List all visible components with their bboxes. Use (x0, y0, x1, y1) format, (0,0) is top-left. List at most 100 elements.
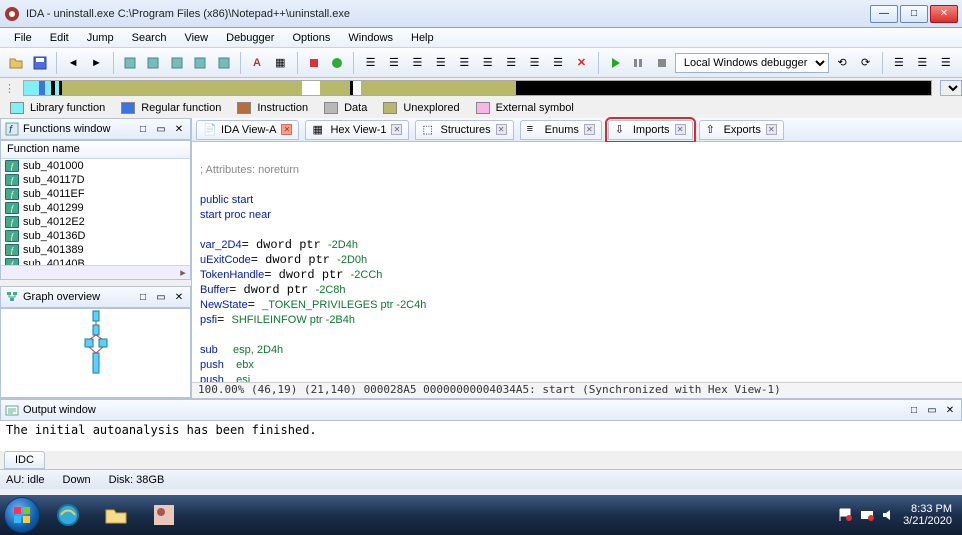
tool-icon[interactable]: ☰ (548, 52, 568, 74)
panel-dock-icon[interactable]: ▭ (925, 403, 939, 417)
tab-structures[interactable]: ⬚Structures✕ (415, 120, 513, 140)
back-icon[interactable]: ◄ (63, 52, 83, 74)
tray-sound-icon[interactable] (881, 507, 897, 523)
menu-search[interactable]: Search (124, 30, 175, 46)
idc-tab[interactable]: IDC (4, 451, 45, 469)
panel-close-icon[interactable]: ✕ (172, 290, 186, 304)
tool-icon[interactable]: ☰ (477, 52, 497, 74)
toolbar: ◄ ► A ▦ ☰ ☰ ☰ ☰ ☰ ☰ ☰ ☰ ☰ ✕ Local Window… (0, 48, 962, 78)
tool-icon[interactable]: ☰ (431, 52, 451, 74)
menu-debugger[interactable]: Debugger (218, 30, 282, 46)
tool-icon[interactable]: ☰ (889, 52, 909, 74)
taskbar-clock[interactable]: 8:33 PM 3/21/2020 (903, 503, 952, 527)
tool-icon[interactable]: ☰ (407, 52, 427, 74)
tab-icon: ≡ (527, 123, 540, 136)
output-panel-header: Output window □ ▭ ✕ (0, 399, 962, 421)
panel-close-icon[interactable]: ✕ (943, 403, 957, 417)
function-name: sub_4011EF (23, 188, 85, 200)
tool-icon[interactable] (143, 52, 163, 74)
tab-label: IDA View-A (221, 124, 276, 136)
save-icon[interactable] (29, 52, 49, 74)
function-list-item[interactable]: fsub_4012E2 (1, 215, 190, 229)
nav-zoom-select[interactable] (940, 80, 962, 96)
menu-options[interactable]: Options (284, 30, 338, 46)
panel-dock-icon[interactable]: ▭ (154, 122, 168, 136)
menu-help[interactable]: Help (403, 30, 442, 46)
close-button[interactable]: ✕ (930, 5, 958, 23)
functions-column-header[interactable]: Function name (1, 141, 190, 159)
tool-icon[interactable]: ☰ (524, 52, 544, 74)
minimize-button[interactable]: — (870, 5, 898, 23)
tool-icon[interactable] (166, 52, 186, 74)
function-list-item[interactable]: fsub_40140B (1, 257, 190, 265)
taskbar-explorer-icon[interactable] (92, 499, 140, 531)
forward-icon[interactable]: ► (86, 52, 106, 74)
disassembly-view[interactable]: ; Attributes: noreturn public start star… (192, 142, 962, 382)
panel-restore-icon[interactable]: □ (907, 403, 921, 417)
open-icon[interactable] (6, 52, 26, 74)
panel-dock-icon[interactable]: ▭ (154, 290, 168, 304)
legend-swatch (383, 102, 397, 114)
menu-file[interactable]: File (6, 30, 40, 46)
tab-label: Imports (633, 124, 670, 136)
panel-restore-icon[interactable]: □ (136, 290, 150, 304)
tray-flag-icon[interactable] (837, 507, 853, 523)
navigation-band[interactable] (23, 80, 932, 96)
tab-imports[interactable]: ⇩Imports✕ (608, 120, 693, 140)
panel-close-icon[interactable]: ✕ (172, 122, 186, 136)
maximize-button[interactable]: □ (900, 5, 928, 23)
tool-icon[interactable]: ☰ (454, 52, 474, 74)
menu-windows[interactable]: Windows (340, 30, 401, 46)
tab-exports[interactable]: ⇧Exports✕ (699, 120, 784, 140)
tool-icon[interactable] (213, 52, 233, 74)
record-icon[interactable] (327, 52, 347, 74)
function-list-item[interactable]: fsub_4011EF (1, 187, 190, 201)
taskbar-app-icon[interactable] (140, 499, 188, 531)
tab-close-icon[interactable]: ✕ (496, 124, 507, 135)
nav-handle-icon[interactable]: ⋮ (4, 82, 15, 95)
taskbar-ie-icon[interactable] (44, 499, 92, 531)
scroll-right-icon[interactable]: ▸ (176, 266, 190, 279)
delete-icon[interactable]: ✕ (571, 52, 591, 74)
tab-close-icon[interactable]: ✕ (281, 124, 292, 135)
menu-jump[interactable]: Jump (79, 30, 122, 46)
function-list-item[interactable]: fsub_401389 (1, 243, 190, 257)
tab-close-icon[interactable]: ✕ (675, 124, 686, 135)
start-button[interactable] (4, 497, 40, 533)
function-list-item[interactable]: fsub_401000 (1, 159, 190, 173)
stop-dbg-icon[interactable] (651, 52, 671, 74)
run-icon[interactable] (605, 52, 625, 74)
tool-icon[interactable]: ☰ (384, 52, 404, 74)
system-tray: 8:33 PM 3/21/2020 (837, 503, 958, 527)
function-list-item[interactable]: fsub_40136D (1, 229, 190, 243)
function-list-item[interactable]: fsub_40117D (1, 173, 190, 187)
tab-close-icon[interactable]: ✕ (584, 124, 595, 135)
menu-view[interactable]: View (176, 30, 216, 46)
functions-list[interactable]: fsub_401000fsub_40117Dfsub_4011EFfsub_40… (1, 159, 190, 265)
legend-label: Library function (30, 102, 105, 114)
tool-icon[interactable] (190, 52, 210, 74)
tool-icon[interactable]: ⟳ (855, 52, 875, 74)
tool-icon[interactable]: ⟲ (832, 52, 852, 74)
pause-icon[interactable] (628, 52, 648, 74)
tool-icon[interactable]: ☰ (360, 52, 380, 74)
function-list-item[interactable]: fsub_401299 (1, 201, 190, 215)
menu-edit[interactable]: Edit (42, 30, 77, 46)
tab-hex-view-1[interactable]: ▦Hex View-1✕ (305, 120, 409, 140)
tab-close-icon[interactable]: ✕ (766, 124, 777, 135)
tray-network-icon[interactable] (859, 507, 875, 523)
stop-icon[interactable] (304, 52, 324, 74)
debugger-select[interactable]: Local Windows debugger (675, 53, 829, 73)
text-icon[interactable]: ▦ (270, 52, 290, 74)
tab-close-icon[interactable]: ✕ (391, 124, 402, 135)
graph-overview[interactable] (0, 308, 191, 398)
panel-restore-icon[interactable]: □ (136, 122, 150, 136)
tool-icon[interactable] (120, 52, 140, 74)
tool-icon[interactable]: ☰ (936, 52, 956, 74)
tab-ida-view-a[interactable]: 📄IDA View-A✕ (196, 120, 299, 140)
output-text[interactable]: The initial autoanalysis has been finish… (0, 421, 962, 451)
text-icon[interactable]: A (247, 52, 267, 74)
tool-icon[interactable]: ☰ (501, 52, 521, 74)
tool-icon[interactable]: ☰ (912, 52, 932, 74)
tab-enums[interactable]: ≡Enums✕ (520, 120, 602, 140)
